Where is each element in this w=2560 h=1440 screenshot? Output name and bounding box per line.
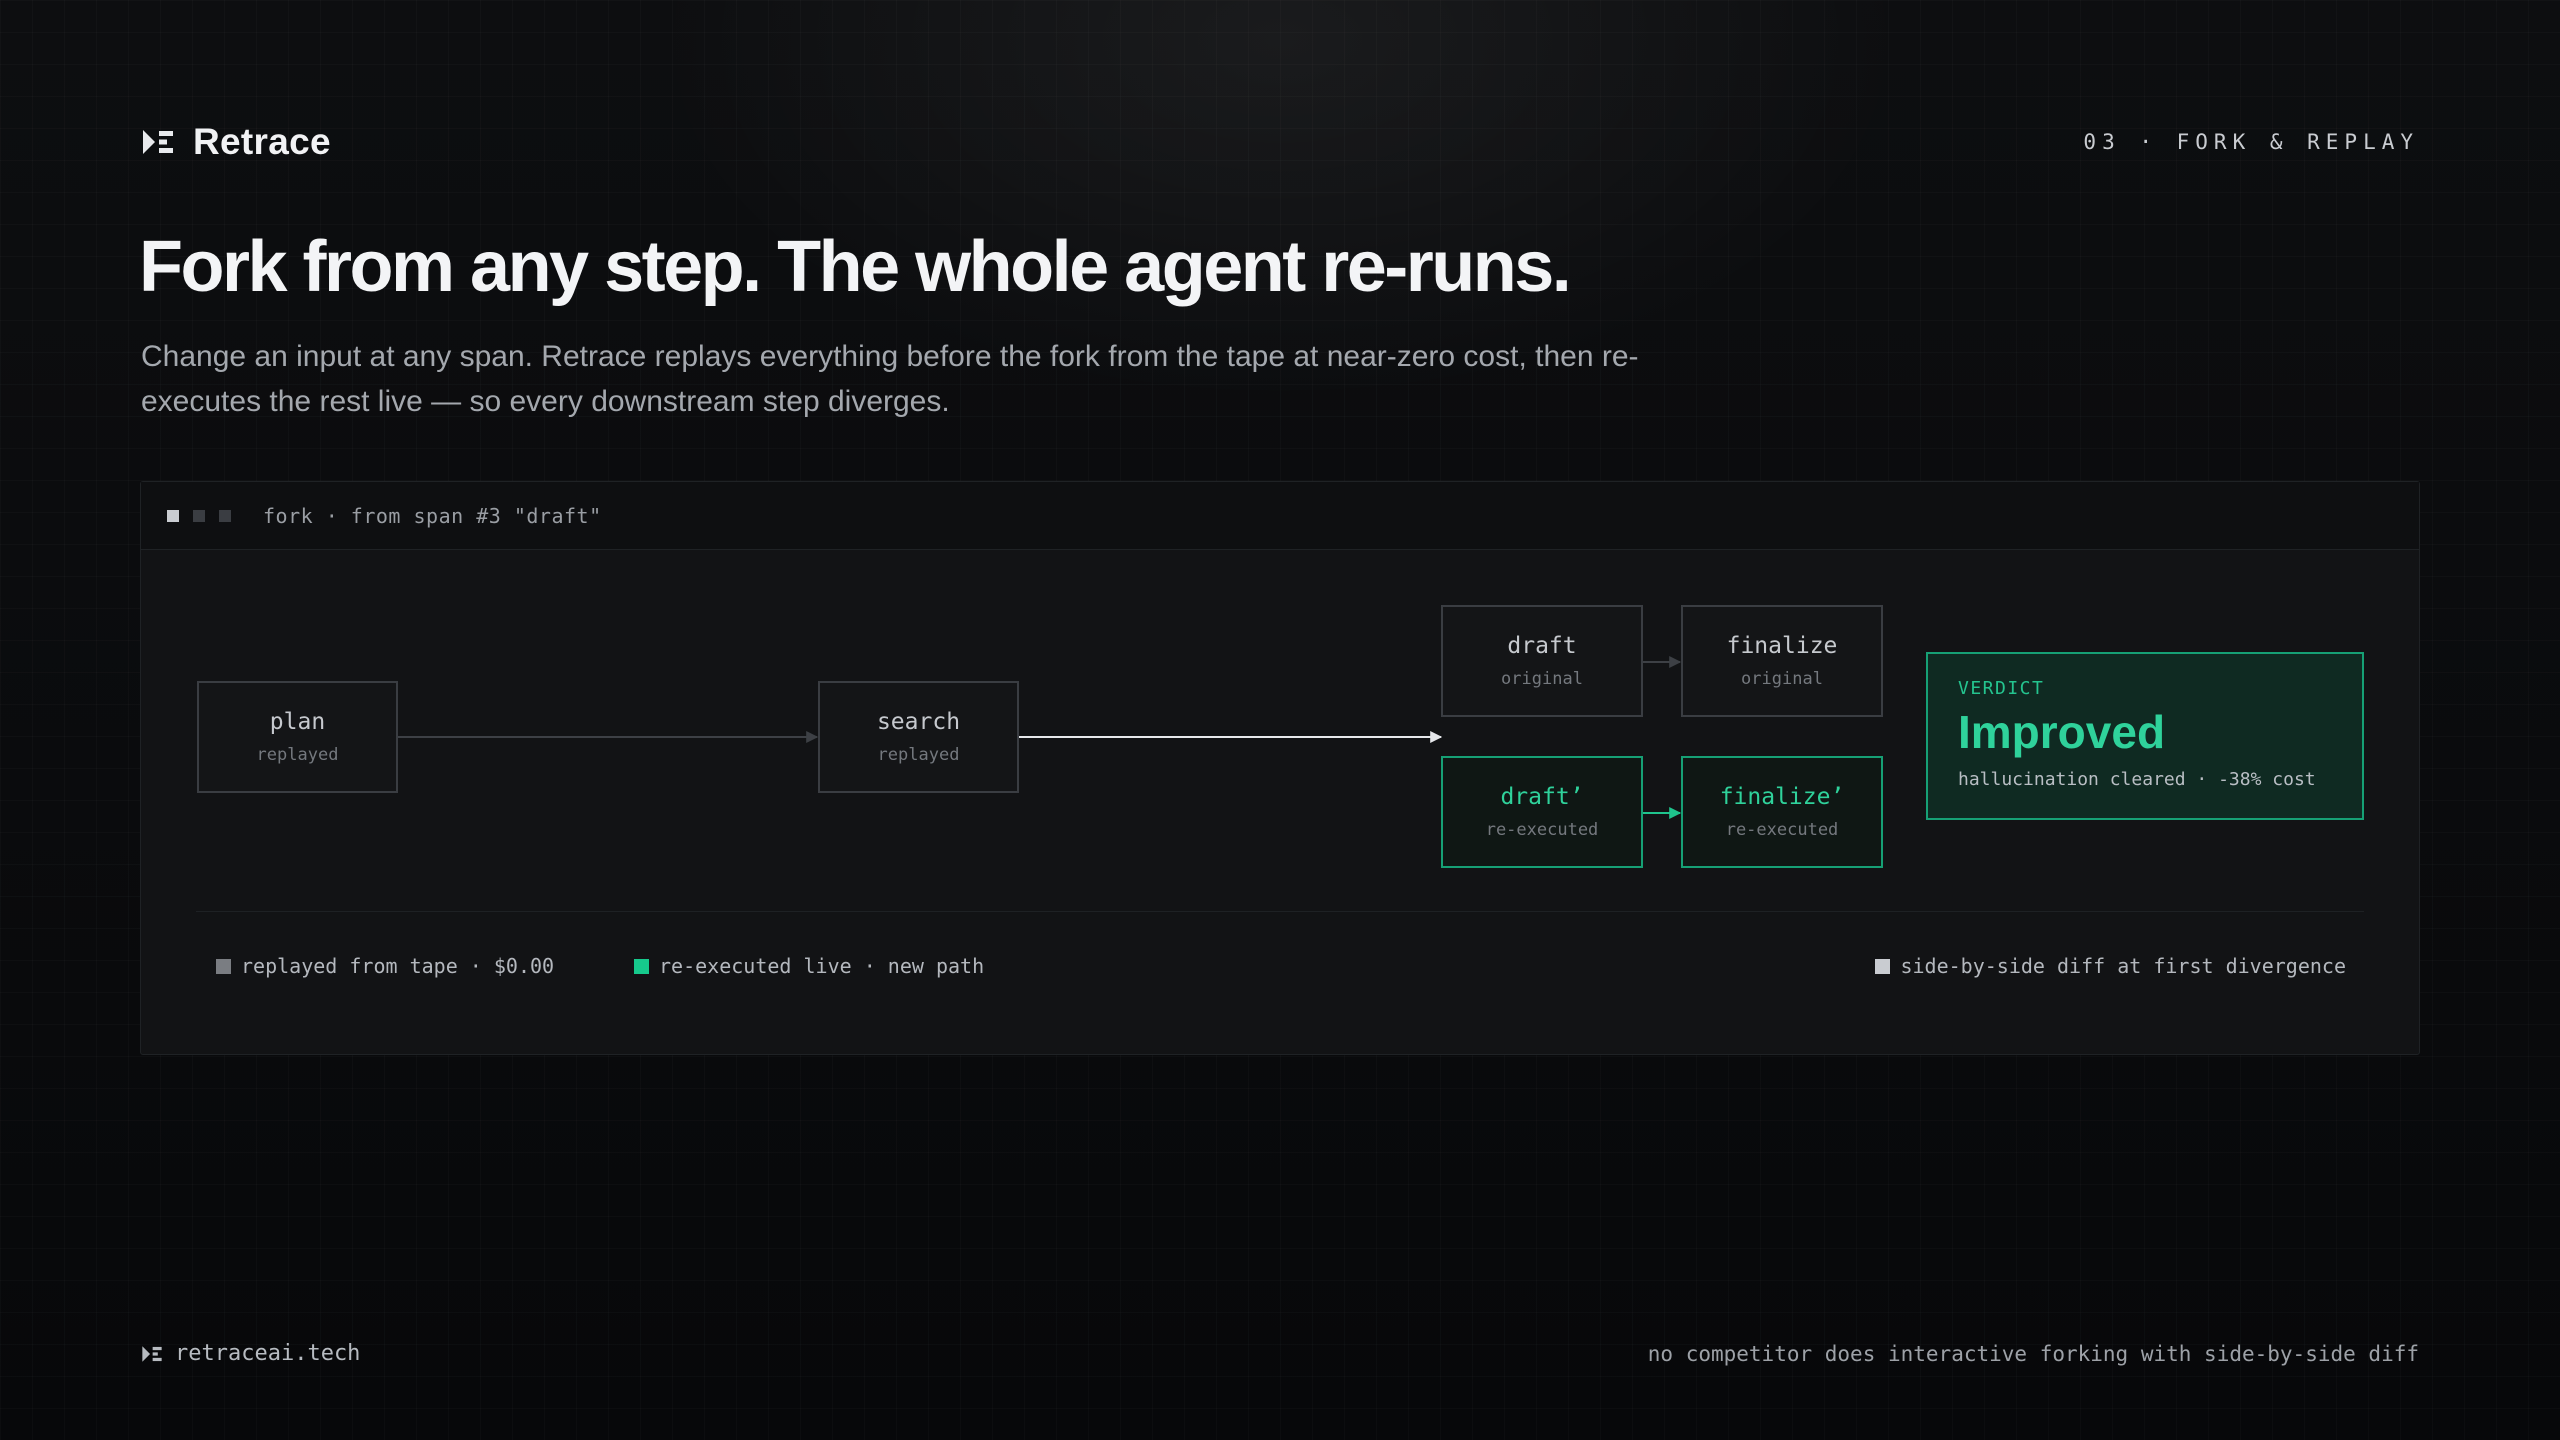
footer-note: no competitor does interactive forking w… bbox=[1647, 1342, 2419, 1366]
verdict-value: Improved bbox=[1958, 706, 2166, 758]
node-draft-title: draft bbox=[1507, 633, 1577, 659]
node-finalize-reexecuted[interactable]: finalize’ re-executed bbox=[1681, 756, 1883, 868]
brand[interactable]: Retrace bbox=[141, 121, 331, 163]
footer-brand[interactable]: retraceai.tech bbox=[141, 1341, 360, 1366]
node-draft-new-status: re-executed bbox=[1485, 820, 1599, 840]
fork-window: fork · from span #3 "draft" plan replaye… bbox=[140, 481, 2420, 1055]
brand-name: Retrace bbox=[193, 121, 331, 162]
legend-divider bbox=[196, 911, 2364, 912]
legend-diff: side-by-side diff at first divergence bbox=[1875, 954, 2346, 978]
node-finalize-new-status: re-executed bbox=[1725, 820, 1839, 840]
verdict-card: VERDICT Improved hallucination cleared ·… bbox=[1926, 652, 2364, 820]
section-label: 03 · FORK & REPLAY bbox=[2083, 130, 2419, 154]
node-draft-status: original bbox=[1501, 669, 1583, 689]
node-search[interactable]: search replayed bbox=[818, 681, 1019, 793]
legend-swatch-replayed bbox=[216, 958, 231, 974]
page-subtitle: Change an input at any span. Retrace rep… bbox=[141, 340, 1639, 418]
node-draft-new-title: draft’ bbox=[1500, 784, 1584, 810]
node-search-title: search bbox=[876, 709, 961, 735]
node-finalize-new-title: finalize’ bbox=[1719, 784, 1845, 810]
legend-swatch-reexecuted bbox=[634, 958, 649, 974]
legend-swatch-diff bbox=[1875, 958, 1891, 974]
retrace-logo-icon-small bbox=[142, 1345, 162, 1362]
node-search-status: replayed bbox=[877, 745, 960, 765]
verdict-label: VERDICT bbox=[1958, 678, 2045, 699]
node-finalize-title: finalize bbox=[1726, 633, 1838, 659]
node-plan[interactable]: plan replayed bbox=[197, 681, 398, 793]
verdict-note: hallucination cleared · -38% cost bbox=[1958, 769, 2316, 790]
retrace-logo-icon bbox=[143, 130, 173, 154]
legend-diff-label: side-by-side diff at first divergence bbox=[1900, 954, 2346, 978]
legend-replayed-label: replayed from tape · $0.00 bbox=[241, 954, 555, 978]
legend-replayed: replayed from tape · $0.00 bbox=[216, 954, 554, 978]
footer-site-link[interactable]: retraceai.tech bbox=[175, 1341, 360, 1366]
node-finalize-status: original bbox=[1741, 669, 1823, 689]
legend-reexecuted: re-executed live · new path bbox=[634, 954, 984, 978]
legend-reexecuted-label: re-executed live · new path bbox=[659, 954, 985, 978]
node-plan-title: plan bbox=[269, 709, 326, 735]
node-plan-status: replayed bbox=[256, 745, 339, 765]
node-draft-original[interactable]: draft original bbox=[1441, 605, 1643, 717]
page-title: Fork from any step. The whole agent re-r… bbox=[139, 227, 1572, 307]
node-draft-reexecuted[interactable]: draft’ re-executed bbox=[1441, 756, 1643, 868]
node-finalize-original[interactable]: finalize original bbox=[1681, 605, 1883, 717]
